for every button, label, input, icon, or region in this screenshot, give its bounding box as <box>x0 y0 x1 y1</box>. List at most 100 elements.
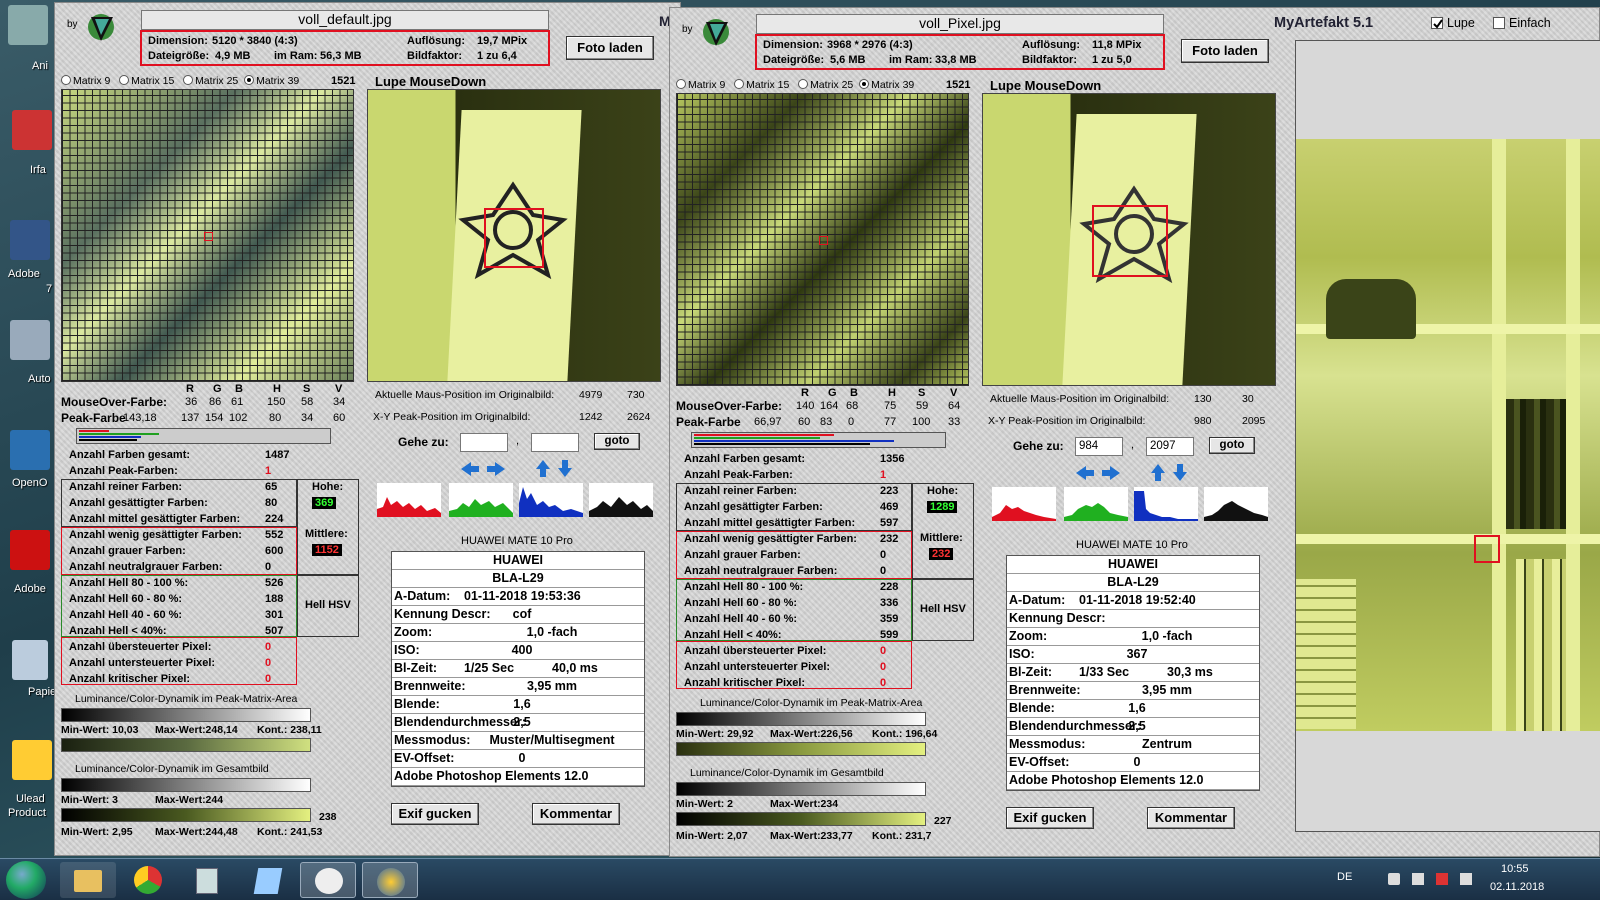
radio-matrix-39[interactable] <box>859 79 870 89</box>
clock-time[interactable]: 10:55 <box>1501 863 1529 875</box>
mouseover-label: MouseOver-Farbe: <box>676 399 783 413</box>
res-label: Auflösung: <box>1022 39 1081 51</box>
window-voll-pixel: by voll_Pixel.jpg Dimension: 3968 * 2976… <box>669 7 1600 857</box>
shelf-board <box>1296 534 1600 544</box>
usb-icon[interactable] <box>1412 873 1424 885</box>
matrix-25-label: Matrix 25 <box>195 75 239 87</box>
desktop-label: Ulead <box>16 793 45 805</box>
mo-s: 59 <box>916 400 929 412</box>
adobe-reader-icon[interactable] <box>10 530 50 570</box>
goto-button[interactable]: goto <box>594 433 640 450</box>
recycle-bin-icon[interactable] <box>12 640 48 680</box>
exif-value: Adobe Photoshop Elements 12.0 <box>1009 773 1204 787</box>
matrix-radio-group[interactable]: Matrix 9 Matrix 15 Matrix 25 Matrix 39 <box>676 79 914 91</box>
goto-x-input[interactable]: 984 <box>1075 437 1123 456</box>
size-value: 5,6 MB <box>830 54 866 66</box>
count-value: 1 <box>880 469 887 481</box>
exif-key: Brennweite: <box>1009 683 1081 697</box>
res-value: 19,7 MPix <box>477 35 528 47</box>
radio-matrix-15[interactable] <box>119 75 130 85</box>
taskbar-explorer[interactable] <box>60 862 116 898</box>
arrow-right-icon[interactable] <box>1102 466 1120 480</box>
mo-h: 150 <box>267 396 286 408</box>
histogram-green <box>449 483 513 517</box>
peak-s: 100 <box>912 416 931 428</box>
col-b: B <box>235 383 243 395</box>
radio-matrix-25[interactable] <box>798 79 809 89</box>
comment-button[interactable]: Kommentar <box>532 803 620 825</box>
histogram-blue <box>519 483 583 517</box>
dyn-total-min: Min-Wert: 2 <box>676 798 733 810</box>
arrow-up-icon[interactable] <box>536 460 550 477</box>
radio-matrix-15[interactable] <box>734 79 745 89</box>
col-r: R <box>186 383 194 395</box>
goto-y-input[interactable]: 2097 <box>1146 437 1194 456</box>
desktop-label: Ani <box>32 60 48 72</box>
arrow-down-icon[interactable] <box>1173 464 1187 481</box>
goto-x-input[interactable] <box>460 433 508 452</box>
matrix-radio-group[interactable]: Matrix 9 Matrix 15 Matrix 25 Matrix 39 <box>61 75 299 87</box>
dyn-total-max: Max-Wert:244 <box>155 794 224 806</box>
peak-s: 34 <box>301 412 314 424</box>
start-button[interactable] <box>6 861 46 899</box>
volume-icon[interactable] <box>1460 873 1472 885</box>
clock-date[interactable]: 02.11.2018 <box>1490 881 1544 893</box>
exif-value-2: 30,3 ms <box>1167 665 1213 679</box>
exif-button[interactable]: Exif gucken <box>391 803 479 825</box>
load-photo-button[interactable]: Foto laden <box>1181 39 1269 63</box>
matrix-15-label: Matrix 15 <box>746 79 790 91</box>
arrow-right-icon[interactable] <box>487 462 505 476</box>
logo-icon <box>83 9 121 43</box>
taskbar-app[interactable] <box>362 862 418 898</box>
exif-key: Kennung Descr: <box>1009 611 1106 625</box>
mo-s: 58 <box>301 396 314 408</box>
openoffice-icon[interactable] <box>10 430 50 470</box>
lupe-image[interactable] <box>982 93 1276 386</box>
einfach-checkbox[interactable] <box>1493 17 1505 29</box>
radio-matrix-9[interactable] <box>676 79 686 89</box>
network-icon[interactable] <box>1388 873 1400 885</box>
dyn-peak-max: Max-Wert:226,56 <box>770 728 853 740</box>
goto-y-input[interactable] <box>531 433 579 452</box>
taskbar-myartefakt[interactable] <box>300 862 356 898</box>
comment-button[interactable]: Kommentar <box>1147 807 1235 829</box>
size-value: 4,9 MB <box>215 50 251 62</box>
autocad-icon[interactable] <box>10 320 50 360</box>
exif-key: Zoom: <box>394 625 433 639</box>
language-indicator[interactable]: DE <box>1337 871 1352 883</box>
adobe-icon[interactable] <box>10 220 50 260</box>
desktop-icon-1[interactable] <box>8 5 48 45</box>
dyn-total-color-bar <box>676 812 926 826</box>
exif-table: HUAWEI BLA-L29 A-Datum: 01-11-2018 19:53:36… <box>391 551 645 787</box>
photo-preview[interactable] <box>1296 139 1600 731</box>
dim-value: 5120 * 3840 (4:3) <box>212 35 298 47</box>
dim-label: Dimension: <box>148 35 208 47</box>
arrow-left-icon[interactable] <box>1076 466 1094 480</box>
taskbar-notepad[interactable] <box>240 862 296 898</box>
load-photo-button[interactable]: Foto laden <box>566 36 654 60</box>
ulead-icon[interactable] <box>12 740 52 780</box>
lupe-checkbox[interactable] <box>1431 17 1443 29</box>
arrow-down-icon[interactable] <box>558 460 572 477</box>
mo-g: 86 <box>209 396 222 408</box>
radio-matrix-39[interactable] <box>244 75 255 85</box>
peak-h: 77 <box>884 416 897 428</box>
pixel-matrix-grid[interactable] <box>676 93 969 386</box>
flag-icon[interactable] <box>1436 873 1448 885</box>
exif-button[interactable]: Exif gucken <box>1006 807 1094 829</box>
file-info-box: Dimension: 5120 * 3840 (4:3) Auflösung: … <box>140 30 550 66</box>
radio-matrix-25[interactable] <box>183 75 194 85</box>
goto-button[interactable]: goto <box>1209 437 1255 454</box>
arrow-up-icon[interactable] <box>1151 464 1165 481</box>
radio-matrix-9[interactable] <box>61 75 71 85</box>
arrow-left-icon[interactable] <box>461 462 479 476</box>
exif-value: 0 <box>1133 755 1141 769</box>
histogram-green <box>1064 487 1128 521</box>
irfanview-icon[interactable] <box>12 110 52 150</box>
lupe-image[interactable] <box>367 89 661 382</box>
exif-key: ISO: <box>1009 647 1035 661</box>
taskbar-chrome[interactable] <box>120 862 176 898</box>
taskbar-calculator[interactable] <box>180 862 236 898</box>
dyn-peak-kont: Kont.: 196,64 <box>872 728 938 740</box>
pixel-matrix-grid[interactable] <box>61 89 354 382</box>
